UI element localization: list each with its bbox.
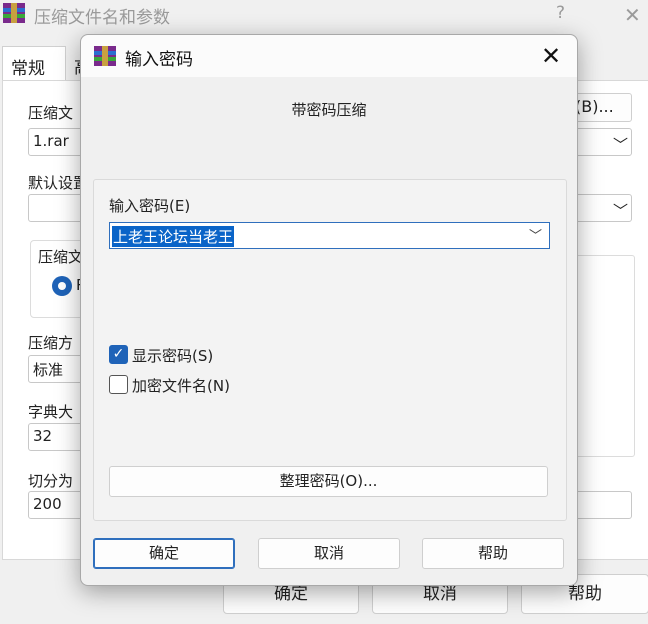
split-unit-dropdown[interactable] xyxy=(575,491,632,519)
ok-button[interactable]: 确定 xyxy=(93,538,235,569)
archive-name-label: 压缩文 xyxy=(28,104,74,122)
help-icon[interactable]: ? xyxy=(556,3,565,23)
archive-format-label: 压缩文 xyxy=(38,248,84,266)
method-dropdown[interactable]: 标准 xyxy=(28,355,88,383)
method-label: 压缩方 xyxy=(28,334,74,352)
show-password-checkbox[interactable]: ✓ xyxy=(109,345,128,364)
split-size-field[interactable]: 200 xyxy=(28,491,88,519)
show-password-label: 显示密码(S) xyxy=(132,347,214,365)
password-input[interactable]: 上老王论坛当老王 ﹀ xyxy=(109,222,550,249)
encrypt-filenames-checkbox[interactable] xyxy=(109,375,128,394)
split-label: 切分为 xyxy=(28,472,74,490)
chevron-down-icon[interactable]: ﹀ xyxy=(613,134,628,155)
dialog-titlebar: 输入密码 ✕ xyxy=(81,35,577,77)
chevron-down-icon[interactable]: ﹀ xyxy=(529,225,542,244)
help-button[interactable]: 帮助 xyxy=(422,538,564,569)
dictionary-value: 32 xyxy=(33,427,53,445)
default-profile-label: 默认设置 xyxy=(28,174,89,192)
dialog-title: 输入密码 xyxy=(125,50,193,70)
cancel-button[interactable]: 取消 xyxy=(258,538,400,569)
split-size-value: 200 xyxy=(33,495,62,513)
browse-button-label: (B)... xyxy=(575,97,614,116)
method-value: 标准 xyxy=(33,361,64,379)
dialog-heading: 带密码压缩 xyxy=(291,101,367,119)
organize-passwords-button[interactable]: 整理密码(O)... xyxy=(109,466,548,497)
tab-general-label: 常规 xyxy=(11,59,45,79)
password-label: 输入密码(E) xyxy=(109,197,191,215)
tab-general[interactable]: 常规 xyxy=(2,46,66,81)
close-icon[interactable]: ✕ xyxy=(624,3,641,27)
options-group xyxy=(575,255,635,457)
dictionary-dropdown[interactable]: 32 xyxy=(28,423,88,451)
winrar-app-icon xyxy=(3,3,25,23)
winrar-app-icon xyxy=(94,46,116,66)
dictionary-label: 字典大 xyxy=(28,403,74,421)
close-icon[interactable]: ✕ xyxy=(533,39,569,73)
background-window-title: 压缩文件名和参数 xyxy=(34,8,170,28)
rar-format-radio[interactable] xyxy=(52,276,72,296)
password-value: 上老王论坛当老王 xyxy=(112,226,235,247)
background-titlebar: 压缩文件名和参数 ? ✕ xyxy=(0,0,648,30)
encrypt-filenames-label: 加密文件名(N) xyxy=(132,377,230,395)
archive-name-value: 1.rar xyxy=(33,132,69,150)
chevron-down-icon[interactable]: ﹀ xyxy=(613,200,628,221)
password-dialog: 输入密码 ✕ 带密码压缩 输入密码(E) 上老王论坛当老王 ﹀ ✓ 显示密码(S… xyxy=(80,34,578,586)
